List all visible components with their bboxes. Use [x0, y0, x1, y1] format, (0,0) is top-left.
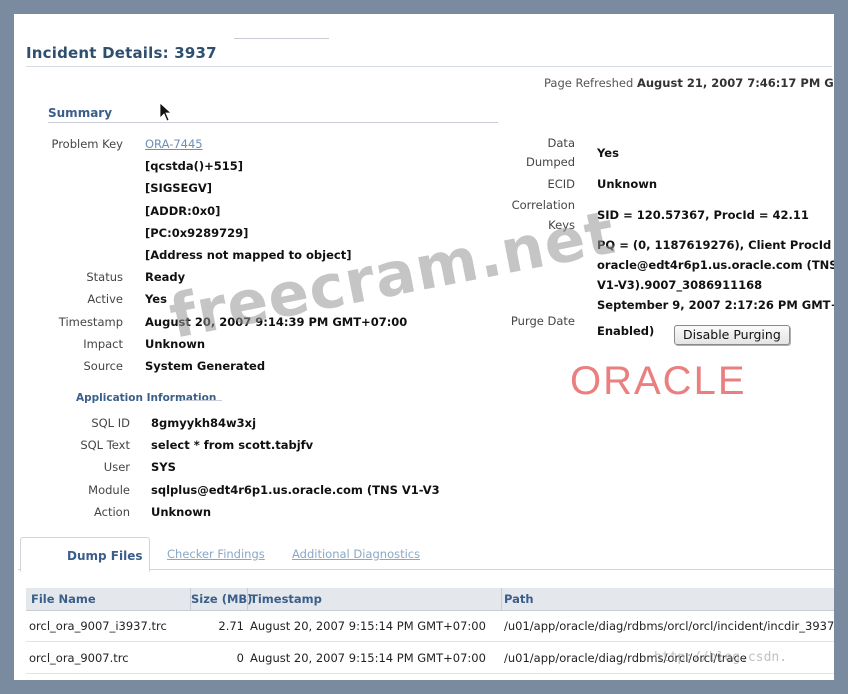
timestamp-cell: August 20, 2007 9:15:14 PM GMT+07:00	[250, 619, 486, 633]
timestamp-cell: August 20, 2007 9:15:14 PM GMT+07:00	[250, 651, 486, 665]
application-information-divider	[182, 400, 222, 401]
data-dumped-label: Dumped	[525, 155, 575, 169]
sql-text-value: select * from scott.tabjfv	[151, 438, 314, 452]
oracle-logo: ORACLE	[570, 359, 747, 403]
tab-checker-findings[interactable]: Checker Findings	[167, 547, 265, 561]
user-value: SYS	[151, 460, 176, 474]
title-divider	[26, 66, 832, 67]
problem-key-line: [ADDR:0x0]	[145, 204, 221, 218]
status-label: Status	[86, 270, 123, 284]
sql-text-label: SQL Text	[80, 438, 130, 452]
summary-section-title: Summary	[48, 106, 113, 120]
source-label: Source	[83, 359, 124, 373]
size-cell: 0	[236, 651, 244, 665]
incident-details-window: Incident Details: 3937 Page Refreshed Au…	[14, 14, 834, 680]
sql-id-label: SQL ID	[91, 416, 130, 430]
impact-label: Impact	[83, 337, 123, 351]
problem-key-line: [SIGSEGV]	[145, 181, 212, 195]
active-label: Active	[87, 292, 123, 306]
tab-dump-files[interactable]: Dump Files	[20, 537, 150, 572]
disable-purging-button[interactable]: Disable Purging	[674, 325, 790, 345]
sql-id-value: 8gmyykh84w3xj	[151, 416, 257, 430]
blog-watermark: http://blog.csdn.	[654, 650, 788, 665]
action-value: Unknown	[151, 505, 212, 519]
purge-status-value: Enabled)	[597, 324, 655, 338]
size-cell: 2.71	[218, 619, 244, 633]
top-divider	[234, 38, 329, 39]
action-label: Action	[93, 505, 130, 519]
purge-date-label: Purge Date	[510, 314, 575, 328]
file-name-cell[interactable]: orcl_ora_9007.trc	[29, 651, 129, 665]
problem-key-line: [PC:0x9289729]	[145, 226, 249, 240]
mouse-cursor-icon	[159, 102, 173, 122]
problem-key-link[interactable]: ORA-7445	[145, 137, 203, 151]
column-path[interactable]: Path	[504, 592, 534, 606]
refreshed-value: August 21, 2007 7:46:17 PM GMT+	[636, 76, 834, 90]
column-separator	[247, 588, 248, 610]
correlation-key-value: PQ = (0, 1187619276), Client ProcId =	[597, 238, 834, 252]
data-dumped-label: Data	[547, 136, 575, 150]
ecid-label: ECID	[547, 177, 575, 191]
table-row[interactable]: orcl_ora_9007_i3937.trc 2.71 August 20, …	[26, 611, 834, 642]
application-information-title: Application Information	[76, 392, 217, 404]
active-value: Yes	[145, 292, 167, 306]
correlation-key-value: SID = 120.57367, ProcId = 42.11	[597, 208, 809, 222]
module-label: Module	[88, 483, 130, 497]
correlation-key-value: V1-V3).9007_3086911168	[597, 278, 763, 292]
column-separator	[501, 588, 502, 610]
user-label: User	[103, 460, 130, 474]
data-dumped-value: Yes	[597, 146, 619, 160]
tab-dump-files-label: Dump Files	[67, 549, 143, 563]
path-cell: /u01/app/oracle/diag/rdbms/orcl/orcl/inc…	[504, 619, 834, 633]
source-value: System Generated	[145, 359, 266, 373]
correlation-key-value: oracle@edt4r6p1.us.oracle.com (TNS	[597, 258, 834, 272]
problem-key-line: [qcstda()+515]	[145, 159, 244, 173]
refreshed-label: Page Refreshed	[544, 76, 634, 90]
module-value: sqlplus@edt4r6p1.us.oracle.com (TNS V1-V…	[151, 483, 440, 497]
summary-divider	[48, 122, 498, 123]
site-watermark: freecram.net	[164, 197, 622, 353]
ecid-value: Unknown	[597, 177, 658, 191]
tab-additional-diagnostics[interactable]: Additional Diagnostics	[292, 547, 420, 561]
page-title: Incident Details: 3937	[26, 44, 217, 62]
page-refreshed: Page Refreshed August 21, 2007 7:46:17 P…	[544, 76, 834, 90]
dump-files-table-header: File Name Size (MB) Timestamp Path	[26, 588, 834, 611]
file-name-cell[interactable]: orcl_ora_9007_i3937.trc	[29, 619, 167, 633]
timestamp-label: Timestamp	[58, 315, 123, 329]
problem-key-label: Problem Key	[51, 137, 123, 151]
column-timestamp[interactable]: Timestamp	[250, 592, 322, 606]
column-file-name[interactable]: File Name	[31, 592, 96, 606]
column-size[interactable]: Size (MB)	[191, 592, 252, 606]
purge-date-value: September 9, 2007 2:17:26 PM GMT+07:0	[597, 298, 834, 312]
